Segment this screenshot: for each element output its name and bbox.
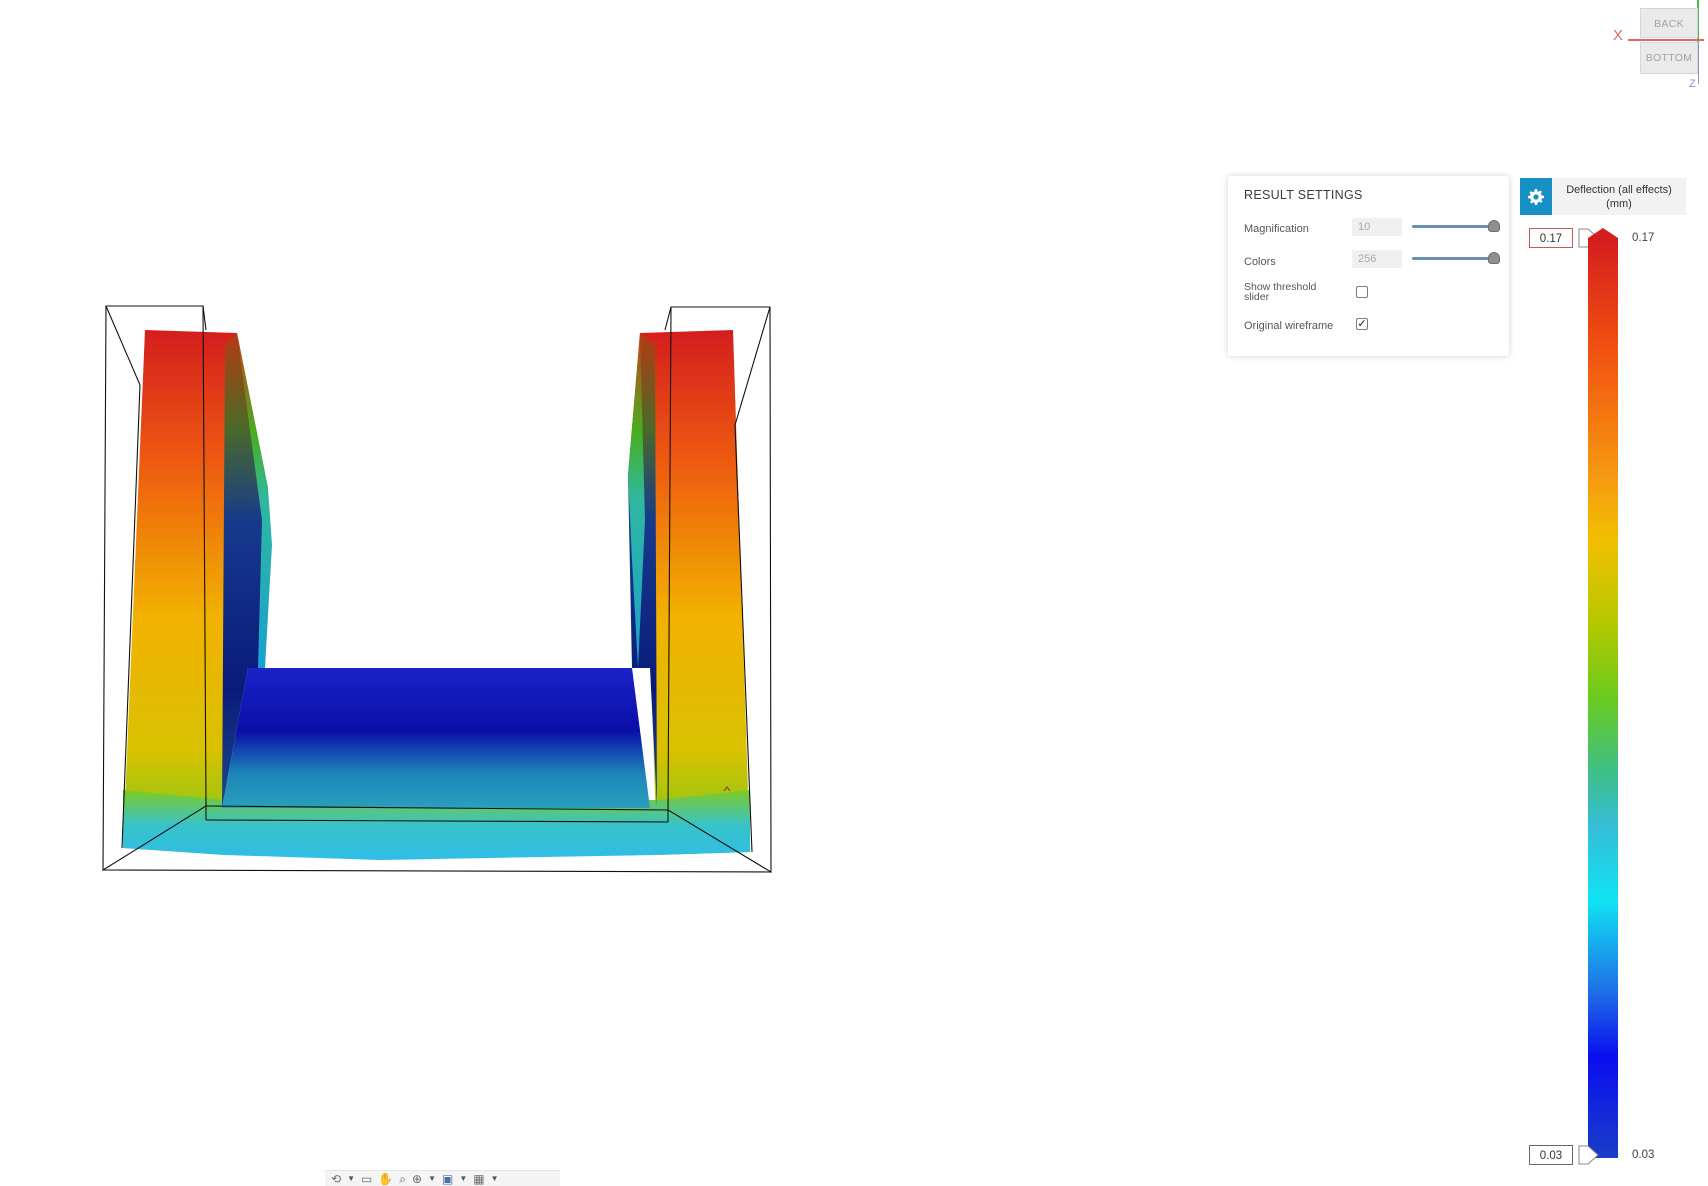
pan-hand-icon[interactable]: ✋ [378, 1172, 393, 1186]
legend-title: Deflection (all effects) (mm) [1552, 178, 1686, 215]
show-threshold-checkbox[interactable] [1356, 286, 1368, 298]
display-mode-icon[interactable]: ▣ [442, 1172, 453, 1186]
colors-input[interactable]: 256 [1352, 250, 1402, 268]
magnification-slider[interactable] [1412, 225, 1494, 228]
legend-color-bar-cap [1588, 228, 1618, 238]
orbit-dropdown-icon[interactable]: ▼ [347, 1174, 355, 1183]
left-wall-face [123, 330, 237, 855]
x-axis-label: X [1613, 27, 1624, 44]
zoom-dropdown-icon[interactable]: ▼ [428, 1174, 436, 1183]
view-cube-bottom-face[interactable]: BOTTOM [1640, 42, 1698, 74]
result-settings-title: RESULT SETTINGS [1244, 188, 1363, 202]
grid-icon[interactable]: ▦ [473, 1172, 484, 1186]
x-axis-line [1628, 39, 1704, 41]
legend-max-label: 0.17 [1632, 232, 1655, 244]
deformed-part [123, 330, 750, 860]
navigation-toolbar: ⟲ ▼ ▭ ✋ ⌕ ⊕ ▼ ▣ ▼ ▦ ▼ [325, 1170, 560, 1186]
legend-title-line1: Deflection (all effects) [1566, 184, 1672, 196]
legend-min-input[interactable]: 0.03 [1529, 1145, 1573, 1165]
legend-min-handle[interactable] [1578, 1145, 1600, 1165]
legend-title-line2: (mm) [1606, 198, 1632, 210]
legend-min-label: 0.03 [1632, 1149, 1655, 1161]
original-wireframe-label: Original wireframe [1244, 320, 1334, 332]
legend-max-input[interactable]: 0.17 [1529, 228, 1573, 248]
gear-icon [1528, 188, 1544, 205]
display-mode-dropdown-icon[interactable]: ▼ [459, 1174, 467, 1183]
view-cube-back-face[interactable]: BACK [1640, 8, 1698, 38]
original-wireframe-checkbox[interactable]: ✓ [1356, 318, 1368, 330]
zoom-window-icon[interactable]: ⊕ [412, 1172, 422, 1186]
legend-color-bar [1588, 238, 1618, 1158]
magnification-input[interactable]: 10 [1352, 218, 1402, 236]
look-at-icon[interactable]: ▭ [361, 1172, 372, 1186]
z-axis-label: Z [1689, 78, 1696, 90]
show-threshold-label-line2: slider [1244, 291, 1270, 303]
magnification-slider-thumb[interactable] [1488, 220, 1500, 232]
magnification-label: Magnification [1244, 223, 1309, 235]
zoom-icon[interactable]: ⌕ [399, 1172, 406, 1186]
colors-label: Colors [1244, 256, 1276, 268]
result-settings-panel: RESULT SETTINGS Magnification 10 Colors … [1228, 176, 1509, 356]
checkmark-icon: ✓ [1357, 318, 1367, 330]
show-threshold-label: Show threshold slider [1244, 282, 1316, 303]
view-cube[interactable]: BACK BOTTOM X Z [1596, 0, 1708, 100]
legend-settings-button[interactable] [1520, 178, 1552, 215]
colors-slider-thumb[interactable] [1488, 252, 1500, 264]
inner-floor [222, 668, 650, 808]
orbit-icon[interactable]: ⟲ [331, 1172, 341, 1186]
grid-dropdown-icon[interactable]: ▼ [491, 1174, 499, 1183]
colors-slider[interactable] [1412, 257, 1494, 260]
z-axis-line [1698, 40, 1699, 84]
